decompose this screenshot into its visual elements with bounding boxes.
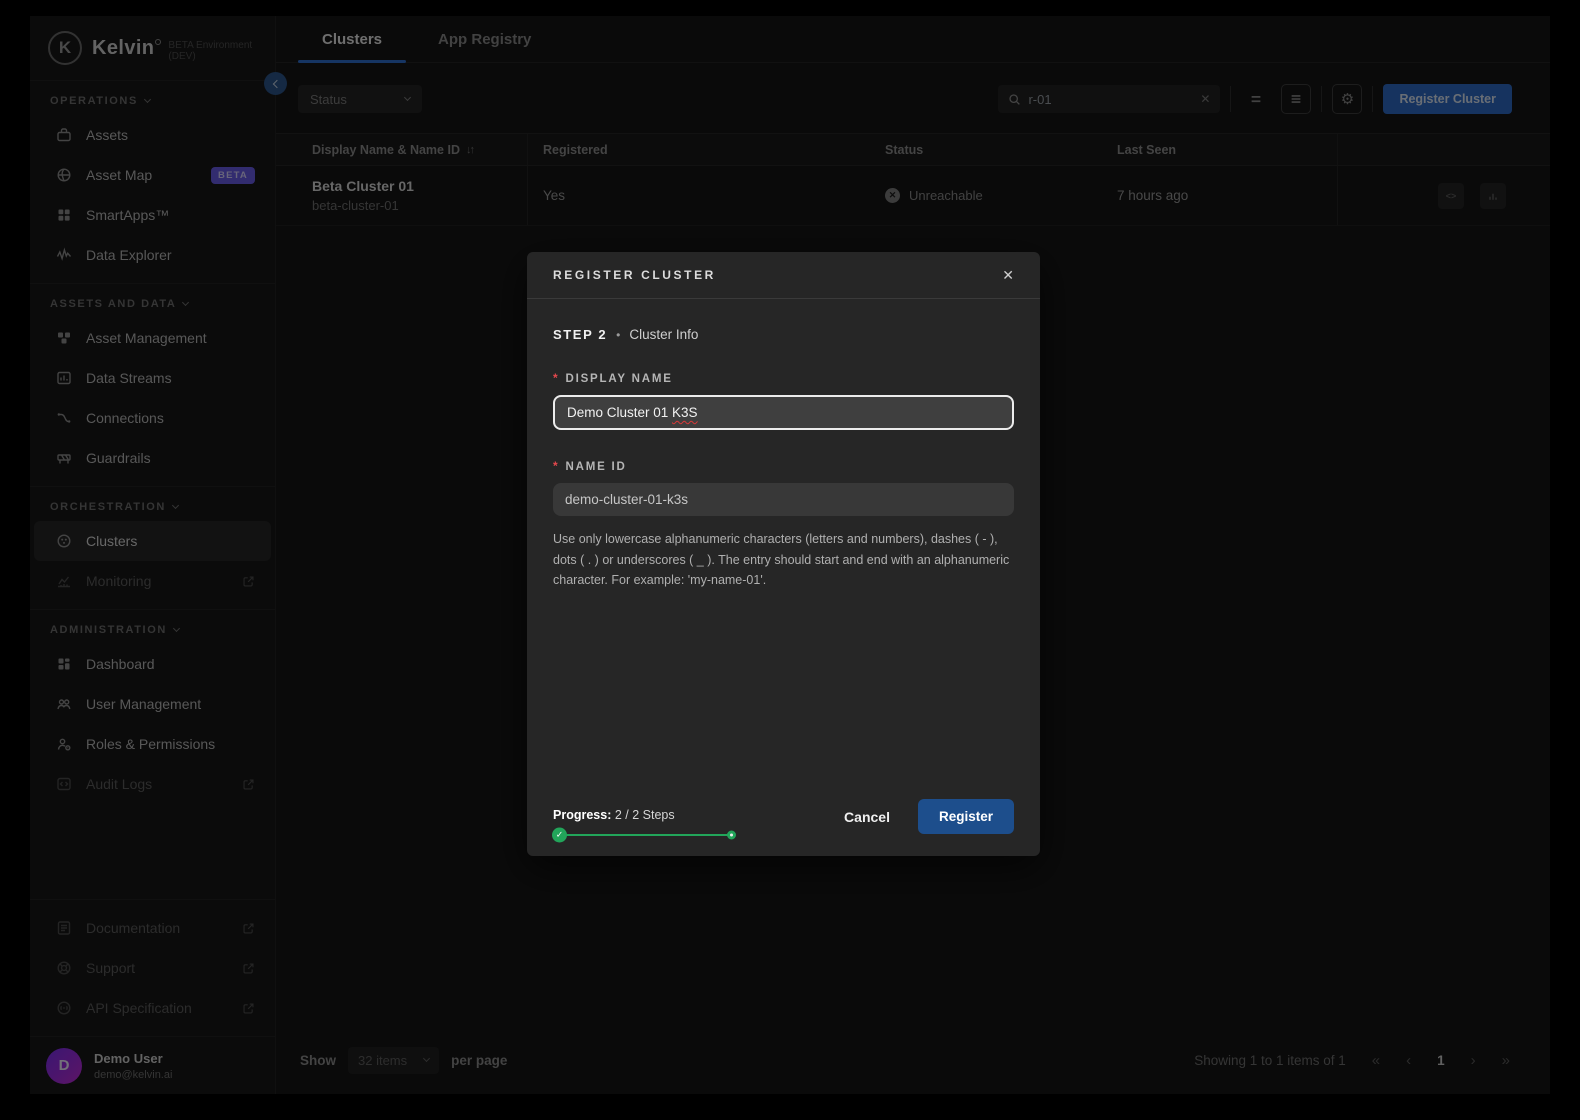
name-id-input[interactable] [553,483,1014,516]
progress-step-current-icon [727,830,736,840]
display-name-input[interactable]: Demo Cluster 01 K3S [553,395,1014,430]
progress-step-done-icon: ✓ [552,827,567,843]
display-name-label: * DISPLAY NAME [553,371,673,385]
step-indicator: STEP 2 • Cluster Info [553,327,1014,342]
register-cluster-modal: REGISTER CLUSTER ✕ STEP 2 • Cluster Info… [527,252,1040,856]
step-name: Cluster Info [629,327,699,342]
progress-indicator: Progress: 2 / 2 Steps ✓ [552,808,783,843]
progress-label: Progress: [553,808,612,822]
display-name-misspelled: K3S [672,405,698,420]
modal-header: REGISTER CLUSTER ✕ [527,252,1040,299]
progress-track: ✓ [552,827,736,843]
display-name-value: Demo Cluster 01 [567,405,673,420]
modal-footer: Progress: 2 / 2 Steps ✓ Cancel Register [527,799,1040,856]
required-asterisk: * [553,459,560,473]
close-icon[interactable]: ✕ [1002,267,1014,284]
modal-title: REGISTER CLUSTER [553,268,716,282]
name-id-label: * NAME ID [553,459,627,473]
name-id-helper-text: Use only lowercase alphanumeric characte… [553,532,1010,588]
cancel-button[interactable]: Cancel [844,809,890,825]
step-bullet: • [616,327,621,342]
modal-body: STEP 2 • Cluster Info * DISPLAY NAME Dem… [527,299,1040,591]
progress-value: 2 / 2 Steps [611,808,675,822]
register-button[interactable]: Register [917,799,1014,834]
step-label: STEP 2 [553,327,608,342]
required-asterisk: * [553,371,560,385]
